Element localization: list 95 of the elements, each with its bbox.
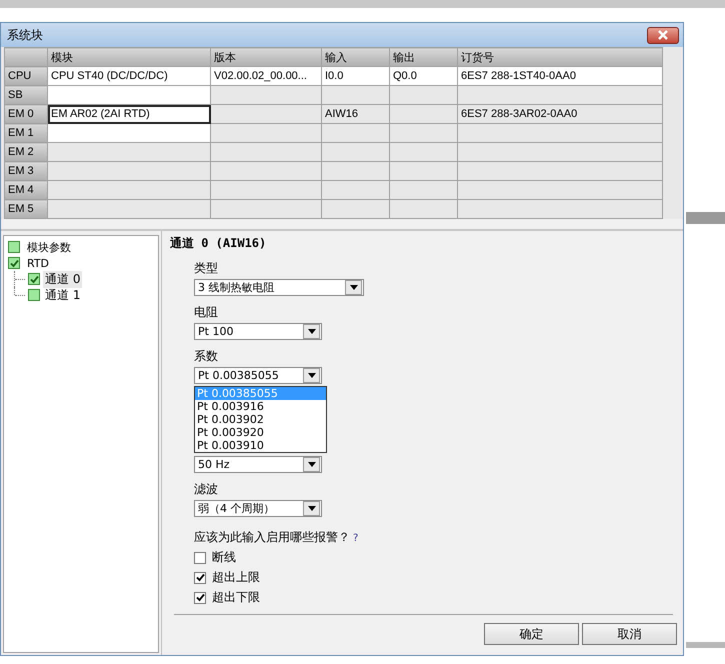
table-cell[interactable] [48, 124, 210, 142]
table-cell[interactable] [458, 142, 662, 162]
table-cell[interactable]: V02.00.02_00.00... [210, 66, 322, 86]
table-cell[interactable] [322, 124, 390, 142]
dropdown-arrow-icon [308, 373, 316, 378]
table-cell[interactable] [390, 104, 458, 124]
table-cell[interactable] [390, 200, 458, 218]
table-cell[interactable] [322, 142, 390, 162]
channel-heading: 通道 0 (AIW16) [170, 235, 268, 252]
help-link[interactable]: ? [353, 533, 358, 544]
row-header: EM 1 [4, 124, 48, 142]
table-cell[interactable] [210, 142, 322, 162]
table-cell[interactable] [390, 142, 458, 162]
background-window-bar [686, 212, 725, 224]
checkbox-label: 超出上限 [212, 569, 260, 586]
checkbox[interactable] [28, 289, 40, 301]
alarm-question: 应该为此输入启用哪些报警？ [194, 530, 350, 544]
tree-item[interactable]: RTD [25, 256, 52, 270]
table-cell[interactable] [458, 180, 662, 200]
dropdown-arrow-icon [350, 285, 358, 290]
field-label: 系数 [194, 348, 219, 365]
table-cell[interactable] [48, 86, 210, 104]
checkbox[interactable] [194, 592, 206, 604]
dropdown-option[interactable]: Pt 0.003920 [195, 426, 326, 439]
dropdown[interactable]: 弱（4 个周期） [194, 500, 322, 517]
row-header: EM 4 [4, 180, 48, 200]
table-cell[interactable] [48, 142, 210, 162]
row-header: EM 5 [4, 200, 48, 218]
field-label: 类型 [194, 260, 219, 277]
dropdown-arrow-icon [308, 506, 316, 511]
dropdown-option[interactable]: Pt 0.003916 [195, 400, 326, 413]
table-cell[interactable]: 6ES7 288-3AR02-0AA0 [458, 104, 662, 124]
checkbox[interactable] [8, 241, 20, 253]
table-cell[interactable] [458, 86, 662, 104]
table-cell[interactable] [210, 124, 322, 142]
checkbox-label: 超出下限 [212, 589, 260, 606]
dropdown-arrow-icon [308, 329, 316, 334]
table-cell[interactable]: EM AR02 (2AI RTD) [48, 104, 210, 124]
dropdown[interactable]: 50 Hz [194, 456, 322, 473]
table-cell[interactable] [322, 200, 390, 218]
table-cell[interactable]: 6ES7 288-1ST40-0AA0 [458, 66, 662, 86]
column-header: 输入 [322, 48, 390, 66]
table-cell[interactable]: I0.0 [322, 66, 390, 86]
table-cell[interactable] [48, 180, 210, 200]
dropdown-option[interactable]: Pt 0.003902 [195, 413, 326, 426]
table-cell[interactable] [48, 162, 210, 180]
table-cell[interactable] [48, 200, 210, 218]
dropdown-arrow-icon [308, 462, 316, 467]
column-header: 版本 [210, 48, 322, 66]
table-cell[interactable]: Q0.0 [390, 66, 458, 86]
close-button[interactable] [647, 26, 679, 44]
checkbox[interactable] [28, 273, 40, 285]
table-cell[interactable] [210, 200, 322, 218]
table-cell[interactable] [390, 180, 458, 200]
column-header: 订货号 [458, 48, 662, 66]
table-cell[interactable] [458, 162, 662, 180]
column-header: 模块 [48, 48, 210, 66]
table-cell[interactable] [458, 200, 662, 218]
table-cell[interactable] [210, 162, 322, 180]
checkbox-label: 断线 [212, 549, 236, 566]
table-cell[interactable]: AIW16 [322, 104, 390, 124]
table-cell[interactable] [210, 180, 322, 200]
tree-item[interactable]: 模块参数 [25, 240, 73, 254]
checkbox[interactable] [194, 572, 206, 584]
table-cell[interactable] [458, 124, 662, 142]
dialog-button[interactable]: 确定 [484, 623, 579, 645]
tree-item[interactable]: 通道 0 [43, 270, 82, 288]
checkbox[interactable] [8, 257, 20, 269]
row-header: SB [4, 86, 48, 104]
row-header: CPU [4, 66, 48, 86]
table-cell[interactable] [390, 86, 458, 104]
row-header: EM 0 [4, 104, 48, 124]
table-cell[interactable]: CPU ST40 (DC/DC/DC) [48, 66, 210, 86]
dropdown[interactable]: 3 线制热敏电阻 [194, 279, 364, 296]
table-cell[interactable] [210, 86, 322, 104]
table-cell[interactable] [322, 180, 390, 200]
dropdown-option[interactable]: Pt 0.003910 [195, 439, 326, 452]
table-cell[interactable] [322, 86, 390, 104]
dropdown[interactable]: Pt 0.00385055 [194, 367, 322, 384]
row-header: EM 2 [4, 142, 48, 162]
table-cell[interactable] [390, 124, 458, 142]
dialog-button[interactable]: 取消 [582, 623, 677, 645]
window-title: 系统块 [7, 26, 43, 44]
table-cell[interactable] [210, 104, 322, 124]
table-cell[interactable] [390, 162, 458, 180]
table-cell[interactable] [322, 162, 390, 180]
background-window-bar [686, 642, 725, 648]
column-header: 输出 [390, 48, 458, 66]
tree-item[interactable]: 通道 1 [43, 286, 82, 304]
row-header: EM 3 [4, 162, 48, 180]
field-label: 滤波 [194, 481, 219, 498]
field-label: 电阻 [194, 304, 219, 321]
close-icon [657, 30, 669, 40]
checkbox[interactable] [194, 552, 206, 564]
dropdown[interactable]: Pt 100 [194, 323, 322, 340]
